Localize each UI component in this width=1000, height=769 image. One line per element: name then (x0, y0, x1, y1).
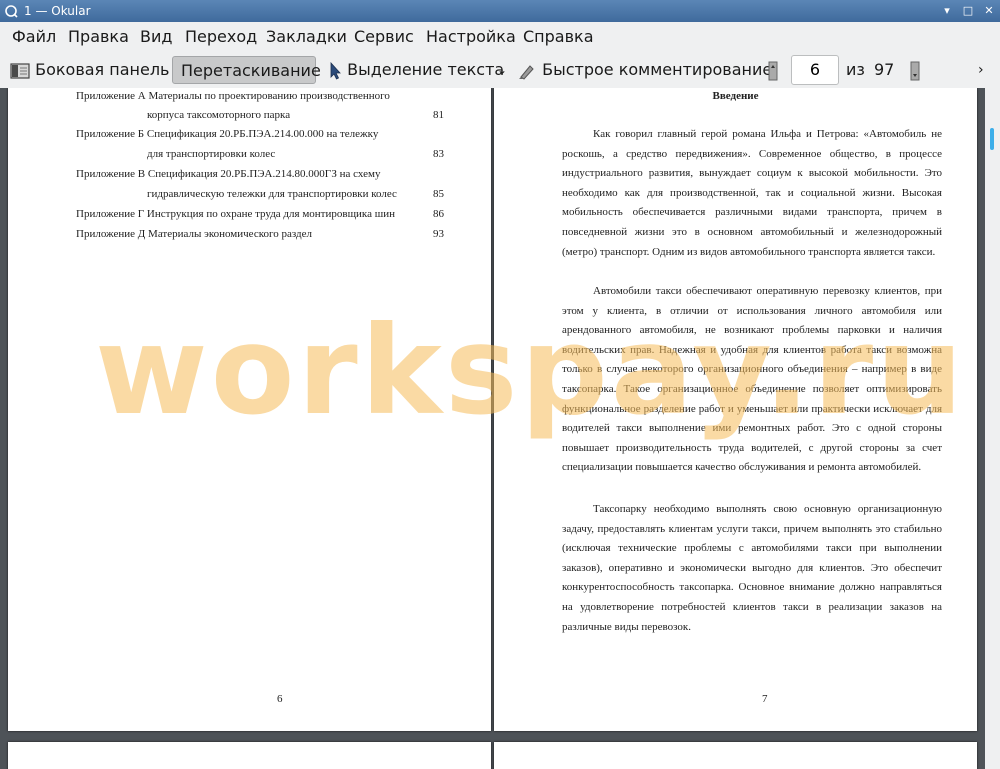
toc-line: Приложение Г Инструкция по охране труда … (76, 208, 395, 220)
sidebar-icon (10, 62, 30, 79)
menu-tools[interactable]: Сервис (354, 27, 414, 46)
okular-app-icon (5, 5, 18, 18)
toc-page-number: 86 (433, 208, 444, 220)
maximize-icon[interactable]: □ (961, 4, 975, 18)
toc-page-number: 93 (433, 228, 444, 240)
main-toolbar: Боковая панель Перетаскивание Выделение … (0, 52, 1000, 89)
paragraph: Как говорил главный герой романа Ильфа и… (562, 128, 942, 258)
next-page-button[interactable] (910, 56, 920, 84)
toc-line: корпуса таксомоторного парка (147, 109, 291, 121)
menu-file[interactable]: Файл (12, 27, 56, 46)
page-number-input[interactable]: 6 (791, 55, 839, 85)
sidebar-toggle-button[interactable]: Боковая панель (10, 56, 169, 84)
cursor-arrow-icon (330, 61, 341, 80)
document-page-left: Приложение А Материалы по проектированию… (8, 88, 491, 731)
total-pages-text: 97 (874, 60, 895, 79)
page-of-text: из (846, 60, 865, 79)
text-select-button[interactable]: Выделение текста (328, 56, 504, 84)
paragraph: Таксопарку необходимо выполнять свою осн… (562, 503, 942, 633)
minimize-icon[interactable]: ▾ (940, 4, 954, 18)
page-up-icon (768, 61, 778, 80)
toolbar-overflow-icon[interactable]: › (978, 56, 984, 84)
scrollbar-handle[interactable] (990, 128, 994, 150)
drag-mode-label: Перетаскивание (181, 61, 321, 80)
title-bar: 1 — Okular ▾ □ ✕ (0, 0, 1000, 22)
page-number: 7 (762, 693, 768, 705)
toc-page-number: 85 (433, 188, 444, 200)
menu-settings[interactable]: Настройка (426, 27, 516, 46)
quick-comment-button[interactable]: Быстрое комментирование (517, 56, 772, 84)
menu-bookmarks[interactable]: Закладки (266, 27, 347, 46)
toc-line: Приложение Д Материалы экономического ра… (76, 228, 312, 240)
menu-go[interactable]: Переход (185, 27, 257, 46)
vertical-scrollbar[interactable] (985, 88, 1000, 769)
document-viewport[interactable]: Приложение А Материалы по проектированию… (0, 88, 985, 769)
toc-line: для транспортировки колес (147, 148, 276, 160)
menu-bar: Файл Правка Вид Переход Закладки Сервис … (0, 22, 1000, 53)
quick-comment-label: Быстрое комментирование (542, 60, 773, 79)
toc-page-number: 81 (433, 109, 444, 121)
toc-line: гидравлическую тележки для транспортиров… (147, 188, 397, 200)
previous-page-button[interactable] (768, 56, 778, 84)
document-page-next-left (8, 742, 491, 769)
sidebar-label: Боковая панель (35, 60, 170, 79)
toc-page-number: 83 (433, 148, 444, 160)
menu-help[interactable]: Справка (523, 27, 594, 46)
window-title: 1 — Okular (24, 4, 91, 18)
toc-line: Приложение В Спецификация 20.РБ.ПЭА.214.… (76, 168, 381, 180)
toc-line: Приложение А Материалы по проектированию… (76, 90, 390, 102)
drag-mode-button[interactable]: Перетаскивание (172, 56, 321, 84)
page-down-icon (910, 61, 920, 80)
text-select-label: Выделение текста (347, 60, 505, 79)
section-heading: Введение (712, 90, 759, 102)
menu-view[interactable]: Вид (140, 27, 172, 46)
toc-line: Приложение Б Спецификация 20.РБ.ПЭА.214.… (76, 128, 379, 140)
highlighter-icon (519, 64, 534, 80)
page-number: 6 (277, 693, 283, 705)
document-page-right: Введение Как говорил главный герой роман… (494, 88, 977, 731)
menu-edit[interactable]: Правка (68, 27, 129, 46)
document-page-next-right (494, 742, 977, 769)
close-icon[interactable]: ✕ (982, 4, 996, 18)
chevron-down-icon[interactable]: ⌄ (497, 56, 507, 84)
paragraph: Автомобили такси обеспечивают оперативну… (562, 285, 942, 474)
